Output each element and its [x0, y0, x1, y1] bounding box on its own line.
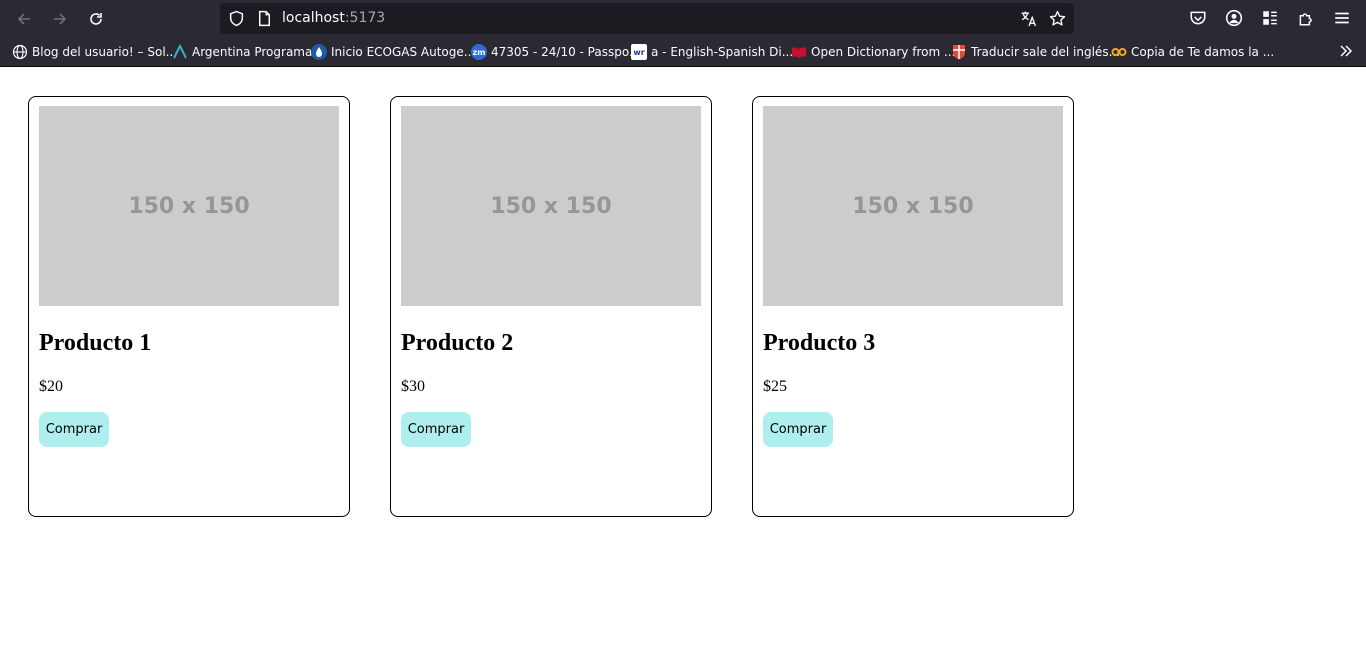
argentina-programa-icon — [172, 44, 188, 60]
page-icon[interactable] — [256, 10, 273, 27]
pocket-icon[interactable] — [1189, 9, 1207, 27]
chevron-double-right-icon[interactable] — [1338, 43, 1354, 59]
arrow-left-icon — [17, 13, 30, 25]
bookmark-item[interactable]: Argentina Programa — [172, 43, 312, 61]
wordreference-icon: wr — [631, 44, 647, 60]
bookmark-item[interactable]: Blog del usuario! – Sol... — [12, 43, 177, 61]
bookmark-item[interactable]: Open Dictionary from ... — [791, 43, 955, 61]
product-card: 150 x 150 Producto 2 $30 Comprar — [390, 96, 712, 517]
product-card: 150 x 150 Producto 1 $20 Comprar — [28, 96, 350, 517]
extensions-icon[interactable] — [1297, 9, 1315, 27]
zm-icon: zm — [471, 44, 487, 60]
product-name: Producto 1 — [39, 330, 152, 356]
browser-toolbar: localhost:5173 — [0, 0, 1366, 37]
infinity-icon — [1111, 44, 1127, 60]
product-image: 150 x 150 — [763, 106, 1063, 306]
url-host: localhost — [282, 10, 345, 26]
product-name: Producto 3 — [763, 330, 876, 356]
shield-icon[interactable] — [228, 10, 245, 27]
product-price: $20 — [39, 378, 63, 395]
cambridge-icon — [951, 44, 967, 60]
bookmark-label: Traducir sale del inglés... — [971, 45, 1121, 59]
menu-icon[interactable] — [1333, 9, 1351, 27]
image-placeholder-text: 150 x 150 — [128, 193, 250, 219]
bookmark-label: Blog del usuario! – Sol... — [32, 45, 178, 59]
bookmark-item[interactable]: wr a - English-Spanish Di... — [631, 43, 793, 61]
reader-extension-icon[interactable] — [1261, 9, 1279, 27]
bookmark-label: Inicio ECOGAS Autoge... — [331, 45, 476, 59]
url-port: :5173 — [344, 10, 386, 26]
product-name: Producto 2 — [401, 330, 514, 356]
bookmark-label: 47305 - 24/10 - Passpo... — [491, 45, 641, 59]
bookmarks-bar: Blog del usuario! – Sol... Argentina Pro… — [0, 37, 1366, 67]
product-image: 150 x 150 — [401, 106, 701, 306]
product-card: 150 x 150 Producto 3 $25 Comprar — [752, 96, 1074, 517]
image-placeholder-text: 150 x 150 — [852, 193, 974, 219]
buy-button[interactable]: Comprar — [39, 412, 109, 447]
translate-icon[interactable] — [1020, 10, 1037, 27]
bookmark-item[interactable]: Copia de Te damos la ... — [1111, 43, 1274, 61]
bookmark-item[interactable]: Inicio ECOGAS Autoge... — [311, 43, 475, 61]
arrow-right-icon — [54, 13, 67, 25]
back-button[interactable] — [10, 5, 38, 33]
product-price: $25 — [763, 378, 787, 395]
ecogas-icon — [311, 44, 327, 60]
bookmark-label: a - English-Spanish Di... — [651, 45, 794, 59]
bookmark-label: Argentina Programa — [192, 45, 313, 59]
account-icon[interactable] — [1225, 9, 1243, 27]
dictionary-icon — [791, 44, 807, 60]
globe-icon — [12, 44, 28, 60]
url-bar[interactable]: localhost:5173 — [220, 3, 1074, 34]
bookmark-label: Copia de Te damos la ... — [1131, 45, 1275, 59]
buy-button[interactable]: Comprar — [763, 412, 833, 447]
product-image: 150 x 150 — [39, 106, 339, 306]
forward-button[interactable] — [46, 5, 74, 33]
url-text[interactable]: localhost:5173 — [282, 10, 385, 26]
reload-icon — [90, 13, 102, 25]
bookmark-label: Open Dictionary from ... — [811, 45, 956, 59]
star-icon[interactable] — [1049, 10, 1066, 27]
bookmark-item[interactable]: zm 47305 - 24/10 - Passpo... — [471, 43, 640, 61]
reload-button[interactable] — [82, 5, 110, 33]
buy-button[interactable]: Comprar — [401, 412, 471, 447]
product-price: $30 — [401, 378, 425, 395]
image-placeholder-text: 150 x 150 — [490, 193, 612, 219]
bookmark-item[interactable]: Traducir sale del inglés... — [951, 43, 1120, 61]
